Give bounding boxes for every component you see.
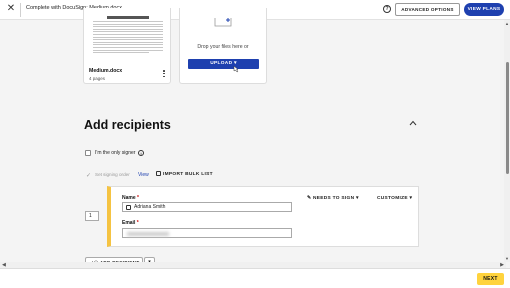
next-button[interactable]: NEXT <box>477 273 504 285</box>
document-name: Medium.docx <box>89 68 123 74</box>
document-card[interactable]: Medium.docx 4 pages <box>83 8 171 84</box>
upload-button[interactable]: UPLOAD ▾ <box>188 59 259 69</box>
scroll-down-icon[interactable]: ▼ <box>505 256 509 261</box>
check-icon: ✓ <box>86 173 92 179</box>
advanced-options-button[interactable]: ADVANCED OPTIONS <box>395 3 460 16</box>
chevron-up-icon[interactable] <box>409 120 417 126</box>
customize-dropdown[interactable]: CUSTOMIZE ▾ <box>377 196 412 201</box>
upload-card[interactable]: Drop your files here or UPLOAD ▾ <box>179 8 267 84</box>
name-label: Name * <box>122 195 139 201</box>
name-value: Adriana Smith <box>134 204 166 210</box>
import-bulk-list-button[interactable]: IMPORT BULK LIST <box>156 171 213 177</box>
more-options-icon[interactable] <box>162 70 166 80</box>
close-icon[interactable]: ✕ <box>6 4 16 14</box>
name-field[interactable]: Adriana Smith <box>122 202 292 212</box>
document-pages: 4 pages <box>89 76 106 81</box>
email-label: Email * <box>122 220 139 226</box>
divider <box>20 3 21 17</box>
contact-icon <box>126 204 131 210</box>
scroll-up-icon[interactable]: ▲ <box>505 21 509 26</box>
customize-label: CUSTOMIZE <box>377 196 408 201</box>
action-label: NEEDS TO SIGN <box>312 196 355 201</box>
set-signing-order-label[interactable]: Set signing order <box>95 172 130 177</box>
view-signing-order-link[interactable]: View <box>138 172 149 178</box>
lock-icon <box>156 171 161 176</box>
email-label-text: Email <box>122 220 136 226</box>
signing-order-input[interactable]: 1 <box>85 211 99 221</box>
pointer-cursor-icon <box>233 65 239 73</box>
email-value-redacted <box>127 231 169 236</box>
upload-button-label: UPLOAD <box>210 61 233 66</box>
chevron-down-icon: ▾ <box>407 196 413 201</box>
info-icon[interactable]: i <box>138 150 144 156</box>
help-icon[interactable]: ? <box>383 5 391 13</box>
drop-files-text: Drop your files here or <box>197 44 249 50</box>
footer-bar: NEXT <box>0 268 510 288</box>
name-label-text: Name <box>122 195 136 201</box>
view-plans-button[interactable]: VIEW PLANS <box>464 3 504 16</box>
section-title: Add recipients <box>84 118 171 132</box>
vertical-scrollbar[interactable]: ▲ ▼ <box>504 20 510 262</box>
import-bulk-list-label: IMPORT BULK LIST <box>163 172 213 177</box>
chevron-down-icon: ▾ <box>354 196 359 201</box>
only-signer-label: I'm the only signer <box>95 150 136 156</box>
document-thumbnail <box>93 16 163 68</box>
needs-to-sign-dropdown[interactable]: ✎ NEEDS TO SIGN ▾ <box>307 196 359 201</box>
recipient-card: Name * Adriana Smith Email * ✎ NEEDS TO … <box>107 186 419 247</box>
scrollbar-thumb[interactable] <box>505 62 509 174</box>
upload-tray-icon <box>214 18 232 27</box>
only-signer-checkbox[interactable] <box>85 150 91 156</box>
email-field[interactable] <box>122 228 292 238</box>
